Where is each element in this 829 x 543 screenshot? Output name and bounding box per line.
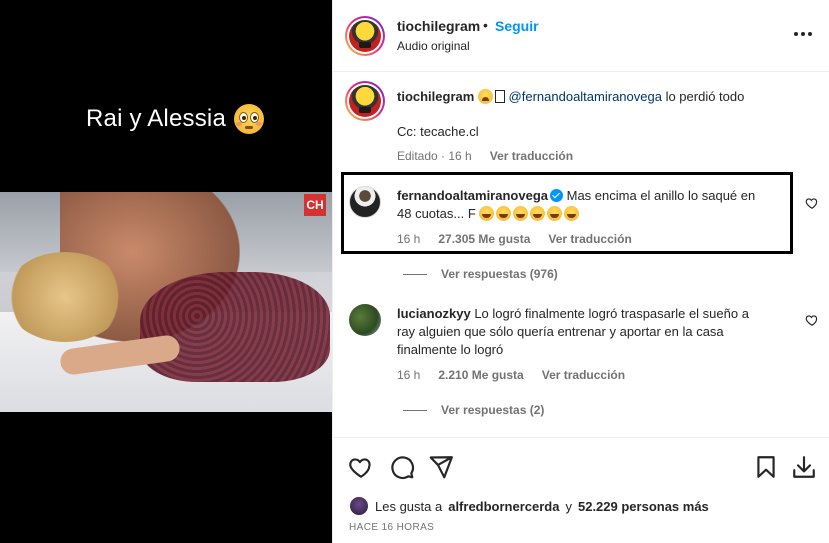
- likes-summary: Les gusta a alfredbornercerda y 52.229 p…: [349, 496, 709, 516]
- laughing-face-icon: [530, 206, 546, 221]
- comments-section[interactable]: tiochilegram @fernandoaltamiranovega lo …: [333, 73, 829, 437]
- audio-label[interactable]: Audio original: [397, 39, 470, 53]
- comment-2-like-icon[interactable]: [805, 313, 819, 327]
- likes-conjunction: y: [565, 498, 572, 514]
- post-header: tiochilegram • Seguir Audio original: [333, 0, 829, 72]
- video-person-second: [140, 272, 330, 382]
- more-options-icon[interactable]: [793, 22, 813, 46]
- caption-meta: Editado · 16 h Ver traducción: [397, 149, 574, 163]
- comment-2-username[interactable]: lucianozkyy: [397, 306, 471, 321]
- comment-1-time[interactable]: 16 h: [397, 232, 420, 246]
- comment-2-text-line-3: finalmente lo logró: [397, 342, 504, 357]
- missing-glyph-icon: [494, 90, 505, 103]
- laughing-face-icon: [564, 206, 580, 221]
- follow-button[interactable]: Seguir: [495, 18, 539, 34]
- comment-1-likes[interactable]: 27.305 Me gusta: [438, 232, 530, 246]
- comment-2-text-line-1: Lo logró finalmente logró traspasarle el…: [474, 306, 749, 321]
- post-actions: Les gusta a alfredbornercerda y 52.229 p…: [333, 437, 829, 543]
- comment-2-replies-label[interactable]: Ver respuestas (2): [441, 403, 544, 417]
- comment-avatar[interactable]: [349, 186, 381, 218]
- caption-avatar[interactable]: [345, 81, 385, 121]
- laughing-face-icon: [547, 206, 563, 221]
- save-bookmark-icon[interactable]: [753, 454, 779, 480]
- author-username[interactable]: tiochilegram: [397, 18, 480, 34]
- comment-2-likes[interactable]: 2.210 Me gusta: [438, 368, 523, 382]
- caption-mention[interactable]: @fernandoaltamiranovega: [509, 89, 662, 104]
- caption-username[interactable]: tiochilegram: [397, 89, 474, 104]
- video-person-head: [5, 252, 125, 342]
- video-frame[interactable]: CH: [0, 192, 332, 412]
- comment-1-text-line-1: Mas encima el anillo lo saqué en: [566, 188, 756, 203]
- comment-1-replies-label[interactable]: Ver respuestas (976): [441, 267, 558, 281]
- comment-2-text-line-2: ray alguien que sólo quería entrenar y a…: [397, 324, 724, 339]
- liker-avatar[interactable]: [349, 496, 369, 516]
- post-timestamp[interactable]: HACE 16 HORAS: [349, 522, 434, 533]
- likes-count[interactable]: 52.229 personas más: [578, 499, 709, 514]
- laughing-face-icon: [513, 206, 529, 221]
- laughing-face-icon: [479, 206, 495, 221]
- share-paper-plane-icon[interactable]: [428, 454, 454, 480]
- caption-translate-link[interactable]: Ver traducción: [490, 149, 573, 163]
- comment-2-time[interactable]: 16 h: [397, 368, 420, 382]
- comment-2-meta: 16 h 2.210 Me gusta Ver traducción: [397, 368, 625, 382]
- caption-text: lo perdió todo: [665, 89, 745, 104]
- download-icon[interactable]: [791, 454, 817, 480]
- comment-1-meta: 16 h 27.305 Me gusta Ver traducción: [397, 232, 632, 246]
- like-heart-icon[interactable]: [348, 454, 374, 480]
- header-separator: •: [483, 17, 488, 33]
- caption-edited: Editado: [397, 149, 438, 163]
- flushed-face-icon: [234, 104, 264, 134]
- comment-1-line-2: 48 cuotas... F: [397, 205, 581, 223]
- laughing-face-icon: [496, 206, 512, 221]
- verified-badge-icon: [550, 189, 563, 202]
- comment-2-view-replies[interactable]: Ver respuestas (2): [403, 403, 544, 417]
- comment-1-like-icon[interactable]: [805, 196, 819, 210]
- caption-line-1: tiochilegram @fernandoaltamiranovega lo …: [397, 88, 817, 106]
- liker-username[interactable]: alfredbornercerda: [448, 499, 559, 514]
- media-caption: Rai y Alessia: [86, 104, 264, 134]
- comment-1-line-1: fernandoaltamiranovega Mas encima el ani…: [397, 187, 787, 205]
- comment-bubble-icon[interactable]: [389, 454, 415, 480]
- post-panel: tiochilegram • Seguir Audio original tio…: [332, 0, 829, 543]
- comment-1-username[interactable]: fernandoaltamiranovega: [397, 188, 548, 203]
- comment-1-text-line-2: 48 cuotas... F: [397, 206, 476, 221]
- comment-2-translate-link[interactable]: Ver traducción: [542, 368, 625, 382]
- channel-logo: CH: [304, 194, 326, 216]
- likes-prefix: Les gusta a: [375, 498, 443, 514]
- media-caption-text: Rai y Alessia: [86, 105, 226, 132]
- caption-time[interactable]: 16 h: [448, 149, 471, 163]
- comment-1-translate-link[interactable]: Ver traducción: [548, 232, 631, 246]
- comment-2-avatar[interactable]: [349, 304, 381, 336]
- author-avatar[interactable]: [345, 16, 385, 56]
- crying-face-icon: [477, 89, 493, 104]
- comment-1-view-replies[interactable]: Ver respuestas (976): [403, 267, 558, 281]
- comment-2-line-1: lucianozkyy Lo logró finalmente logró tr…: [397, 305, 797, 323]
- caption-line-2: Cc: tecache.cl: [397, 124, 479, 139]
- post-media[interactable]: Rai y Alessia CH: [0, 0, 332, 543]
